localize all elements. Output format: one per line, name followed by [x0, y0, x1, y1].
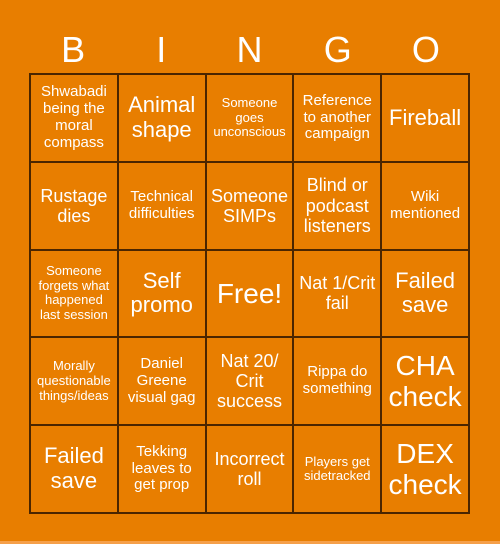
bingo-cell[interactable]: Incorrect roll: [205, 425, 294, 513]
bingo-cell-label: Incorrect roll: [214, 448, 285, 490]
bingo-cell[interactable]: Wiki mentioned: [381, 161, 469, 250]
bingo-cell[interactable]: Technical difficulties: [117, 161, 206, 250]
bingo-cell-label: Nat 1/Crit fail: [299, 273, 376, 314]
bingo-cell[interactable]: Rippa do something: [293, 337, 382, 426]
bingo-cell[interactable]: Nat 20/ Crit success: [205, 337, 294, 426]
bingo-cell-label: Daniel Greene visual gag: [127, 355, 196, 406]
bingo-cell[interactable]: Daniel Greene visual gag: [117, 337, 206, 426]
bingo-cell[interactable]: Animal shape: [117, 74, 206, 162]
bingo-grid: Shwabadi being the moral compass Animal s…: [29, 73, 470, 514]
header-letter-b: B: [61, 29, 86, 70]
bingo-cell[interactable]: Fireball: [381, 74, 469, 162]
bingo-cell[interactable]: Reference to another campaign: [293, 74, 382, 162]
bingo-cell-label: Someone goes unconscious: [213, 95, 286, 140]
bingo-cell-label: Wiki mentioned: [390, 187, 461, 222]
bingo-cell-label: Reference to another campaign: [302, 91, 372, 143]
bingo-cell[interactable]: Someone forgets what happened last sessi…: [30, 249, 118, 338]
bingo-cell-label: Animal shape: [128, 92, 196, 142]
bingo-cell[interactable]: Self promo: [117, 249, 206, 338]
header-letter-g: G: [323, 29, 352, 70]
bingo-cell-label: Self promo: [130, 267, 193, 318]
bingo-cell[interactable]: Shwabadi being the moral compass: [30, 74, 118, 162]
bingo-cell-label: DEX check: [388, 437, 462, 501]
bingo-cell-label: Rippa do something: [302, 363, 372, 398]
bingo-cell-label: Morally questionable things/ideas: [37, 358, 111, 403]
header-letter-n: N: [236, 29, 263, 70]
bingo-cell-label: CHA check: [388, 349, 462, 413]
bingo-cell[interactable]: Failed save: [30, 425, 118, 513]
bingo-cell-label: Nat 20/ Crit success: [216, 351, 282, 412]
free-space-cell[interactable]: Free!: [205, 249, 294, 338]
bingo-cell[interactable]: Nat 1/Crit fail: [293, 249, 382, 338]
bingo-cell-label: Blind or podcast listeners: [303, 175, 371, 236]
bingo-cell[interactable]: Blind or podcast listeners: [293, 161, 382, 250]
header-letter-i: I: [156, 29, 167, 70]
bingo-header: B I N G O: [29, 28, 470, 72]
bingo-cell[interactable]: Failed save: [381, 249, 469, 338]
bingo-cell-label: Failed save: [43, 443, 104, 494]
bingo-cell-label: Fireball: [389, 104, 462, 130]
bingo-cell[interactable]: Tekking leaves to get prop: [117, 425, 206, 513]
bingo-cell[interactable]: Morally questionable things/ideas: [30, 337, 118, 426]
bingo-cell-label: Someone forgets what happened last sessi…: [38, 263, 110, 323]
bingo-cell[interactable]: DEX check: [381, 425, 469, 513]
bingo-cell[interactable]: Someone goes unconscious: [205, 74, 294, 162]
bingo-cell-label: Failed save: [395, 267, 456, 318]
bingo-cell-label: Technical difficulties: [128, 187, 195, 222]
bingo-cell-label: Someone SIMPs: [210, 185, 289, 226]
bingo-cell-label: Players get sidetracked: [304, 453, 371, 484]
bingo-cell-label: Tekking leaves to get prop: [131, 442, 192, 494]
bingo-cell[interactable]: Rustage dies: [30, 161, 118, 250]
bingo-cell-label: Free!: [216, 277, 283, 309]
bingo-cell[interactable]: Someone SIMPs: [205, 161, 294, 250]
header-letter-o: O: [411, 29, 440, 70]
bingo-cell[interactable]: Players get sidetracked: [293, 425, 382, 513]
bingo-cell-label: Rustage dies: [40, 185, 108, 226]
bingo-cell[interactable]: CHA check: [381, 337, 469, 426]
bingo-cell-label: Shwabadi being the moral compass: [40, 83, 107, 151]
